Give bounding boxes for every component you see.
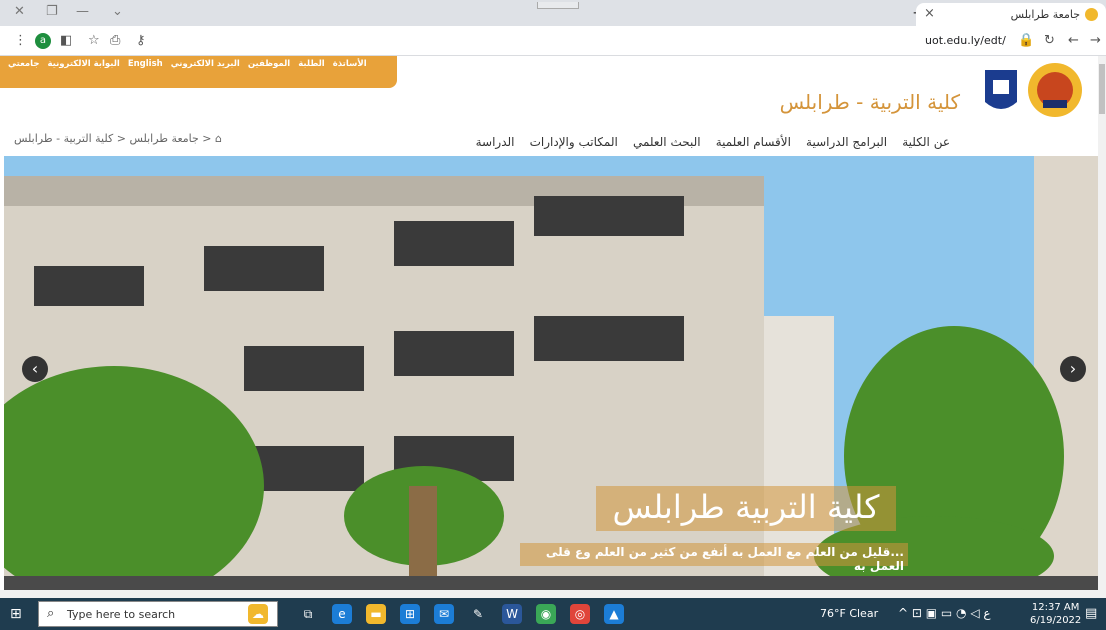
horizontal-scrollbar[interactable] [0, 590, 1106, 598]
top-link-my-university[interactable]: جامعتي [8, 59, 39, 69]
mail-icon[interactable]: ✉ [434, 604, 454, 624]
restore-window-icon[interactable]: ❐ [46, 4, 58, 19]
account-avatar[interactable]: a [35, 33, 51, 49]
notification-center-icon[interactable]: ▤ [1085, 606, 1097, 621]
browser-titlebar: ✕ ❐ — ⌄ + جامعة طرابلس × [0, 0, 1106, 26]
address-bar: ⋮ a ◧ ☆ ⎙ ⚷ uot.edu.ly/edt/ 🔒 ↻ ← → [0, 26, 1106, 56]
web-page: جامعتي البوابة الالكترونية English البري… [0, 56, 1106, 590]
chat-app-icon[interactable]: ◉ [536, 604, 556, 624]
word-icon[interactable]: W [502, 604, 522, 624]
system-tray-icons[interactable]: ^ ⊡ ▣ ▭ ◔ ◁ ع [898, 606, 991, 620]
close-window-icon[interactable]: ✕ [14, 4, 25, 19]
key-icon[interactable]: ⚷ [136, 33, 146, 48]
sidebar-icon[interactable]: ◧ [60, 33, 72, 48]
taskbar-search-box[interactable]: ⌕ Type here to search [38, 601, 278, 627]
menu-icon[interactable]: ⋮ [14, 33, 27, 48]
hero-subcaption: ...قليل من العلم مع العمل به أنفع من كثي… [545, 545, 904, 573]
vertical-scrollbar-thumb[interactable] [1099, 64, 1105, 114]
nav-item-programs[interactable]: البرامج الدراسية [806, 135, 887, 149]
url-field[interactable]: uot.edu.ly/edt/ [925, 34, 1006, 47]
top-link-english[interactable]: English [128, 59, 163, 69]
windows-taskbar: ⊞ ⌕ Type here to search ☁ ⧉ e ▬ ⊞ ✉ ✎ W … [0, 598, 1106, 630]
top-link-portal[interactable]: البوابة الالكترونية [47, 59, 119, 69]
top-link-staff[interactable]: الموظفين [248, 59, 290, 69]
photos-icon[interactable]: ▲ [604, 604, 624, 624]
hero-caption: كلية التربية طرابلس [612, 488, 880, 526]
top-link-email[interactable]: البريد الالكتروني [171, 59, 240, 69]
reload-icon[interactable]: ↻ [1044, 33, 1055, 48]
taskbar-clock[interactable]: 12:37 AM 6/19/2022 [1030, 601, 1081, 627]
weather-widget-icon[interactable]: ☁ [248, 604, 268, 624]
tab-title: جامعة طرابلس [1010, 8, 1080, 21]
tab-list-icon[interactable]: ⌄ [112, 4, 123, 19]
nav-item-research[interactable]: البحث العلمي [633, 135, 701, 149]
file-explorer-icon[interactable]: ▬ [366, 604, 386, 624]
hero-image [4, 156, 1100, 590]
faculty-logo-icon[interactable] [983, 68, 1019, 116]
store-icon[interactable]: ⊞ [400, 604, 420, 624]
paint-icon[interactable]: ✎ [468, 604, 488, 624]
chrome-icon[interactable]: ◎ [570, 604, 590, 624]
back-icon[interactable]: ← [1068, 33, 1079, 48]
weather-status[interactable]: 76°F Clear [820, 607, 878, 620]
edge-browser-icon[interactable]: e [332, 604, 352, 624]
share-icon[interactable]: ⎙ [110, 33, 120, 48]
bookmark-star-icon[interactable]: ☆ [88, 33, 100, 48]
windows-start-icon[interactable]: ⊞ [10, 606, 22, 622]
breadcrumb[interactable]: ⌂ < جامعة طرابلس < كلية التربية - طرابلس [14, 132, 222, 145]
forward-icon[interactable]: → [1090, 33, 1101, 48]
nav-item-offices[interactable]: المكاتب والإدارات [530, 135, 618, 149]
search-placeholder: Type here to search [67, 608, 176, 621]
vertical-scrollbar[interactable] [1098, 56, 1106, 590]
tab-favicon-icon [1085, 8, 1098, 21]
lock-icon[interactable]: 🔒 [1018, 33, 1034, 48]
top-link-students[interactable]: الطلبة [298, 59, 324, 69]
nav-item-about[interactable]: عن الكلية [902, 135, 950, 149]
browser-tab[interactable]: جامعة طرابلس × [916, 3, 1106, 26]
nav-item-departments[interactable]: الأقسام العلمية [716, 135, 791, 149]
slider-next-icon[interactable]: › [1060, 356, 1086, 382]
top-links-bar: جامعتي البوابة الالكترونية English البري… [0, 56, 397, 88]
minimize-window-icon[interactable]: — [76, 4, 89, 19]
site-title[interactable]: كلية التربية - طرابلس [690, 90, 960, 114]
search-icon: ⌕ [47, 606, 55, 621]
top-link-professors[interactable]: الأساتذة [333, 59, 367, 69]
task-view-icon[interactable]: ⧉ [298, 604, 318, 624]
window-notch [537, 2, 579, 9]
university-logo-icon[interactable] [1025, 60, 1085, 120]
clock-date: 6/19/2022 [1030, 615, 1082, 626]
tab-close-icon[interactable]: × [924, 6, 935, 21]
hero-slider[interactable]: ‹ › كلية التربية طرابلس ...قليل من العلم… [4, 156, 1100, 590]
slider-prev-icon[interactable]: ‹ [22, 356, 48, 382]
clock-time: 12:37 AM [1031, 602, 1080, 613]
